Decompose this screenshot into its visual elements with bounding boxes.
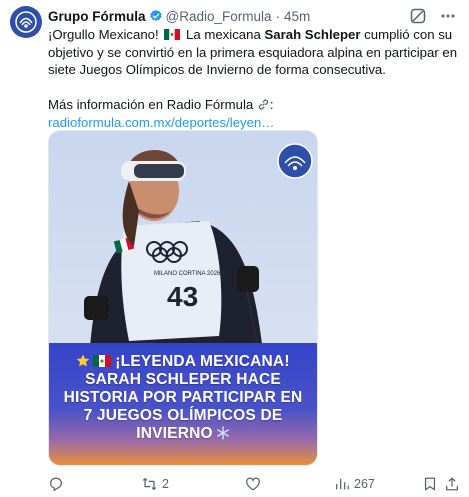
action-bar: 2 267 — [48, 474, 460, 494]
overlay-line: ¡LEYENDA MEXICANA! — [115, 353, 290, 370]
bib-event: MILANO CORTINA 2026 — [154, 271, 221, 277]
article-link[interactable]: radioformula.com.mx/deportes/leyen… — [48, 115, 274, 130]
account-name[interactable]: Grupo Fórmula — [48, 9, 146, 24]
reply-button[interactable] — [48, 476, 64, 492]
like-icon — [246, 477, 260, 491]
bookmark-button[interactable] — [422, 476, 438, 492]
tweet: Grupo Fórmula @Radio_Formula · 45m ¡Orgu… — [0, 0, 469, 497]
star-icon — [76, 354, 90, 368]
share-button[interactable] — [444, 476, 460, 492]
avatar-logo — [15, 11, 37, 33]
bib-number: 43 — [167, 281, 198, 312]
repost-icon — [142, 478, 157, 490]
tweet-header: Grupo Fórmula @Radio_Formula · 45m — [48, 7, 310, 25]
bookmark-icon — [424, 477, 436, 491]
views-count: 267 — [354, 477, 375, 491]
views-button[interactable]: 267 — [334, 476, 375, 492]
repost-count: 2 — [162, 477, 169, 491]
avatar[interactable] — [10, 6, 42, 38]
account-handle[interactable]: @Radio_Formula — [166, 9, 272, 24]
tweet-text: ¡Orgullo Mexicano! La mexicana Sarah Sch… — [48, 26, 458, 131]
mexico-flag-icon — [93, 355, 112, 367]
mexico-flag-icon — [164, 27, 181, 40]
share-icon — [446, 477, 458, 491]
top-icons — [409, 7, 457, 25]
reply-icon — [50, 477, 62, 492]
repost-button[interactable]: 2 — [141, 476, 169, 492]
more-info-line: Más información en Radio Fórmula : — [48, 97, 274, 112]
post-time[interactable]: 45m — [284, 9, 310, 24]
overlay-line: HISTORIA POR PARTICIPAR EN — [63, 389, 303, 406]
grok-icon[interactable] — [409, 7, 427, 25]
media-overlay-text: ¡LEYENDA MEXICANA! SARAH SCHLEPER HACE H… — [49, 353, 317, 443]
like-button[interactable] — [245, 476, 261, 492]
athlete-name: Sarah Schleper — [264, 27, 361, 42]
more-info-text: Más información en Radio Fórmula — [48, 97, 254, 112]
more-icon[interactable] — [439, 7, 457, 25]
tweet-text-part: La mexicana — [186, 27, 261, 42]
overlay-line: INVIERNO — [136, 425, 213, 442]
snowflake-icon — [216, 426, 230, 440]
views-icon — [336, 478, 349, 490]
verified-badge-icon — [149, 9, 163, 23]
tweet-paragraph: ¡Orgullo Mexicano! La mexicana Sarah Sch… — [48, 26, 458, 79]
header-separator: · — [275, 8, 281, 24]
overlay-line: 7 JUEGOS OLÍMPICOS DE — [83, 407, 283, 424]
link-icon — [257, 97, 270, 112]
overlay-line: SARAH SCHLEPER HACE — [85, 371, 281, 388]
media-image[interactable]: MILANO CORTINA 2026 43 ¡LEYENDA MEXICANA… — [48, 130, 318, 466]
tweet-text-part: ¡Orgullo Mexicano! — [48, 27, 159, 42]
